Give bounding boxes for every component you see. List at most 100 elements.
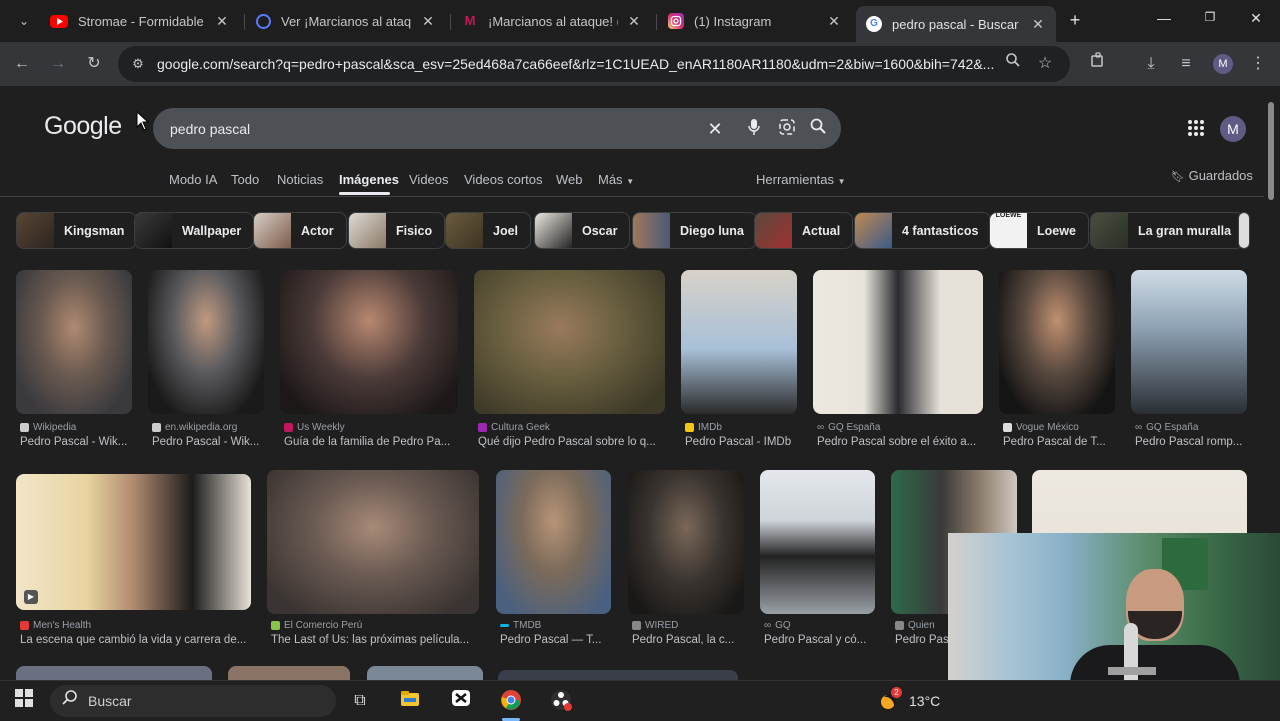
menshealth-icon	[20, 621, 29, 630]
chip-4-fantasticos[interactable]: 4 fantasticos	[854, 212, 992, 249]
result-thumbnail[interactable]	[148, 270, 264, 414]
profile-avatar[interactable]: M	[1211, 52, 1235, 76]
close-icon[interactable]: ✕	[1030, 16, 1046, 33]
chip-fisico[interactable]: Fisico	[348, 212, 446, 249]
result-thumbnail[interactable]	[367, 666, 483, 680]
result-caption[interactable]: Pedro Pascal y có...	[764, 634, 879, 646]
forward-arrow-icon[interactable]: →	[46, 52, 70, 76]
restore-button[interactable]: ❐	[1198, 10, 1222, 30]
media-control-icon[interactable]: ≡	[1174, 52, 1198, 76]
close-icon[interactable]: ✕	[420, 13, 436, 30]
result-thumbnail[interactable]	[760, 470, 875, 614]
download-icon[interactable]: ⤓	[1139, 52, 1163, 76]
result-caption[interactable]: Guía de la familia de Pedro Pa...	[284, 436, 462, 448]
extensions-icon[interactable]	[1086, 52, 1110, 76]
result-caption[interactable]: La escena que cambió la vida y carrera d…	[20, 634, 255, 646]
result-caption[interactable]: Pedro Pascal - IMDb	[685, 436, 801, 448]
tab-google-search[interactable]: G pedro pascal - Buscar co ✕	[856, 6, 1056, 42]
nav-mas[interactable]: Más ▼	[598, 172, 634, 187]
new-tab-button[interactable]: +	[1063, 10, 1087, 30]
tab-stromae[interactable]: Stromae - Formidable (Ly ✕	[40, 6, 240, 36]
zoom-icon[interactable]	[1001, 52, 1025, 76]
reload-icon[interactable]: ↻	[82, 52, 106, 76]
result-thumbnail[interactable]	[474, 270, 665, 414]
temperature-label[interactable]: 13°C	[909, 693, 940, 709]
result-caption[interactable]: Qué dijo Pedro Pascal sobre lo q...	[478, 436, 669, 448]
account-avatar[interactable]: M	[1220, 116, 1246, 142]
search-box[interactable]: pedro pascal ✕	[153, 108, 841, 149]
result-caption[interactable]: Pedro Pascal - Wik...	[20, 436, 136, 448]
result-caption[interactable]: Pedro Pascal - Wik...	[152, 436, 268, 448]
obs-recording-icon[interactable]	[549, 689, 573, 713]
chip-diego-luna[interactable]: Diego luna	[632, 212, 757, 249]
kebab-menu-icon[interactable]: ⋮	[1246, 52, 1270, 76]
nav-web[interactable]: Web	[556, 172, 583, 187]
result-thumbnail[interactable]	[496, 470, 611, 614]
close-icon[interactable]: ✕	[826, 13, 842, 30]
chip-la-gran-muralla[interactable]: La gran muralla	[1090, 212, 1245, 249]
result-thumbnail[interactable]	[681, 270, 797, 414]
result-caption[interactable]: Pedro Pascal de T...	[1003, 436, 1119, 448]
taskbar-search[interactable]: Buscar	[50, 685, 336, 717]
browser-tab-strip: ⌄ Stromae - Formidable (Ly ✕ Ver ¡Marcia…	[0, 0, 1280, 42]
chip-actor[interactable]: Actor	[253, 212, 347, 249]
close-icon[interactable]: ✕	[626, 13, 642, 30]
bookmark-star-icon[interactable]: ☆	[1033, 52, 1057, 76]
apps-grid-icon[interactable]	[1187, 119, 1205, 142]
task-view-icon[interactable]: ⧉	[348, 689, 372, 713]
google-logo[interactable]: Google	[44, 112, 122, 141]
windows-start-icon[interactable]	[12, 689, 36, 713]
file-explorer-icon[interactable]	[398, 689, 422, 713]
result-thumbnail[interactable]	[267, 470, 479, 614]
result-thumbnail[interactable]	[999, 270, 1115, 414]
chip-kingsman[interactable]: Kingsman	[16, 212, 138, 249]
chip-actual[interactable]: Actual	[754, 212, 854, 249]
tab-instagram[interactable]: (1) Instagram ✕	[658, 6, 852, 36]
tools-button[interactable]: Herramientas ▼	[756, 172, 846, 187]
result-thumbnail[interactable]	[228, 666, 350, 680]
chip-thumbnail	[535, 213, 572, 248]
minimize-button[interactable]: —	[1152, 10, 1176, 30]
nav-noticias[interactable]: Noticias	[277, 172, 323, 187]
chip-more[interactable]	[1238, 212, 1250, 249]
result-thumbnail[interactable]	[16, 270, 132, 414]
tab-marcianos[interactable]: M ¡Marcianos al ataque! (19 ✕	[452, 6, 652, 36]
close-icon[interactable]: ✕	[214, 13, 230, 30]
back-arrow-icon[interactable]: ←	[10, 52, 34, 76]
chip-loewe[interactable]: LOEWE Loewe	[989, 212, 1089, 249]
tab-search-button[interactable]: ⌄	[6, 6, 42, 36]
nav-todo[interactable]: Todo	[231, 172, 259, 187]
result-thumbnail[interactable]: ▶	[16, 474, 251, 610]
result-caption[interactable]: Pedro Pascal sobre el éxito a...	[817, 436, 987, 448]
tab-marcianos-ver[interactable]: Ver ¡Marcianos al ataque ✕	[246, 6, 446, 36]
result-caption[interactable]: Pedro Pascal romp...	[1135, 436, 1251, 448]
nav-videos[interactable]: Videos	[409, 172, 449, 187]
result-caption[interactable]: The Last of Us: las próximas película...	[271, 634, 483, 646]
window-close-button[interactable]: ✕	[1244, 10, 1268, 30]
chip-wallpaper[interactable]: Wallpaper	[134, 212, 255, 249]
search-input[interactable]: pedro pascal	[170, 121, 250, 137]
search-icon[interactable]	[807, 118, 829, 140]
chip-joel[interactable]: Joel	[445, 212, 532, 249]
scrollbar-thumb[interactable]	[1268, 102, 1274, 200]
lens-camera-icon[interactable]	[776, 118, 798, 140]
result-caption[interactable]: Pedro Pascal, la c...	[632, 634, 748, 646]
clear-icon[interactable]: ✕	[704, 118, 726, 140]
result-thumbnail[interactable]	[498, 670, 738, 680]
nav-imagenes[interactable]: Imágenes	[339, 172, 399, 187]
address-bar[interactable]: ⚙ google.com/search?q=pedro+pascal&sca_e…	[118, 46, 1070, 82]
chrome-icon[interactable]	[499, 689, 523, 713]
saved-button[interactable]: 🔖︎ Guardados	[1171, 168, 1253, 183]
nav-modo-ia[interactable]: Modo IA	[169, 172, 217, 187]
site-info-icon[interactable]: ⚙	[126, 52, 150, 76]
result-thumbnail[interactable]	[813, 270, 983, 414]
nav-videos-cortos[interactable]: Videos cortos	[464, 172, 543, 187]
result-caption[interactable]: Pedro Pascal — T...	[500, 634, 615, 646]
microphone-icon[interactable]	[743, 118, 765, 140]
capcut-icon[interactable]	[449, 689, 473, 713]
result-thumbnail[interactable]	[1131, 270, 1247, 414]
result-thumbnail[interactable]	[16, 666, 212, 680]
result-thumbnail[interactable]	[280, 270, 458, 414]
result-thumbnail[interactable]	[628, 470, 744, 614]
chip-oscar[interactable]: Oscar	[534, 212, 631, 249]
